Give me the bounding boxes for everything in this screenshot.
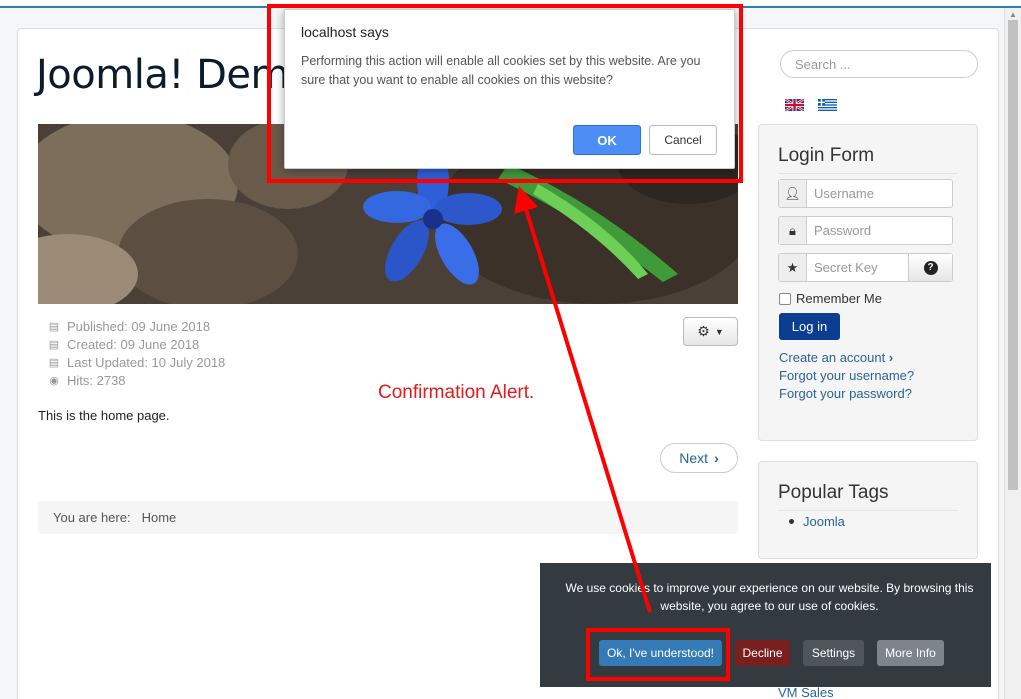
calendar-icon: ▤ xyxy=(48,321,60,333)
chevron-right-icon: › xyxy=(714,450,719,466)
remember-me-label: Remember Me xyxy=(796,291,882,306)
secret-key-placeholder[interactable]: Secret Key xyxy=(807,254,908,281)
tag-item[interactable]: Joomla xyxy=(789,514,845,529)
cookie-accept-button[interactable]: Ok, I've understood! xyxy=(599,640,722,666)
popular-tags-panel: Popular Tags Joomla xyxy=(758,461,978,559)
breadcrumb: You are here: Home xyxy=(38,501,738,534)
cookie-more-info-button[interactable]: More Info xyxy=(877,640,944,666)
remember-me-checkbox[interactable] xyxy=(779,292,791,305)
username-placeholder[interactable]: Username xyxy=(807,180,952,207)
login-form-title: Login Form xyxy=(778,145,875,166)
next-label: Next xyxy=(679,450,709,466)
uk-flag-icon[interactable] xyxy=(785,99,804,111)
popular-tags-title: Popular Tags xyxy=(778,482,889,503)
calendar-icon: ▤ xyxy=(48,357,60,369)
tag-label[interactable]: Joomla xyxy=(803,514,845,529)
article-tools-button[interactable]: ⚙ ▼ xyxy=(683,317,738,346)
secret-key-help-button[interactable]: ? xyxy=(908,254,952,281)
vm-sales-link[interactable]: VM Sales xyxy=(778,685,834,699)
meta-hits: ◉ Hits: 2738 xyxy=(47,372,225,390)
meta-published: ▤ Published: 09 June 2018 xyxy=(47,318,225,336)
meta-created-text: Created: 09 June 2018 xyxy=(67,337,200,352)
dialog-ok-button[interactable]: OK xyxy=(573,125,641,155)
language-switcher xyxy=(785,99,837,111)
divider xyxy=(778,510,958,511)
cookie-decline-button[interactable]: Decline xyxy=(735,640,790,666)
site-title[interactable]: Joomla! Demo xyxy=(36,52,313,98)
scrollbar-thumb[interactable] xyxy=(1008,20,1018,490)
gear-icon: ⚙ xyxy=(697,323,710,339)
secret-key-field[interactable]: ★ Secret Key ? xyxy=(778,253,953,282)
remember-me[interactable]: Remember Me xyxy=(779,291,882,306)
greek-flag-icon[interactable] xyxy=(818,99,837,111)
calendar-icon: ▤ xyxy=(48,339,60,351)
password-placeholder[interactable]: Password xyxy=(807,217,952,244)
login-button[interactable]: Log in xyxy=(779,313,840,340)
bullet-icon xyxy=(789,519,794,524)
next-button[interactable]: Next › xyxy=(660,443,738,473)
cookie-message: We use cookies to improve your experienc… xyxy=(565,581,974,613)
caret-down-icon: ▼ xyxy=(714,326,724,337)
cookie-settings-button[interactable]: Settings xyxy=(803,640,864,666)
search-input[interactable]: Search ... xyxy=(780,50,978,78)
scroll-up-icon[interactable]: ▲ xyxy=(1009,10,1017,19)
article-meta: ▤ Published: 09 June 2018 ▤ Created: 09 Ju… xyxy=(47,318,225,390)
chevron-right-icon: › xyxy=(888,350,894,365)
breadcrumb-home[interactable]: Home xyxy=(142,510,177,525)
question-icon: ? xyxy=(923,260,938,275)
forgot-username-link[interactable]: Forgot your username? xyxy=(779,368,914,383)
cookie-consent-bar: We use cookies to improve your experienc… xyxy=(540,563,991,687)
annotation-label: Confirmation Alert. xyxy=(378,382,535,403)
breadcrumb-prefix: You are here: xyxy=(53,510,131,525)
article-body: This is the home page. xyxy=(38,408,170,423)
meta-published-text: Published: 09 June 2018 xyxy=(67,319,211,334)
browser-top-bar xyxy=(0,0,1021,8)
scrollbar[interactable]: ▲ xyxy=(1004,8,1021,699)
confirm-dialog: localhost says Performing this action wi… xyxy=(284,9,735,169)
eye-icon: ◉ xyxy=(49,375,59,387)
meta-updated: ▤ Last Updated: 10 July 2018 xyxy=(47,354,225,372)
user-icon: 👤︎ xyxy=(779,180,807,207)
lock-icon: 🔒︎ xyxy=(779,217,807,244)
meta-created: ▤ Created: 09 June 2018 xyxy=(47,336,225,354)
dialog-message: Performing this action will enable all c… xyxy=(301,54,701,87)
dialog-title: localhost says xyxy=(301,24,389,40)
login-form-panel: Login Form 👤︎ Username 🔒︎ Password ★ Sec… xyxy=(758,124,978,441)
meta-hits-text: Hits: 2738 xyxy=(67,373,126,388)
divider xyxy=(778,173,958,174)
star-icon: ★ xyxy=(779,254,807,281)
meta-updated-text: Last Updated: 10 July 2018 xyxy=(67,355,226,370)
create-account-label: Create an account xyxy=(779,350,886,365)
create-account-link[interactable]: Create an account › xyxy=(779,350,893,365)
dialog-cancel-button[interactable]: Cancel xyxy=(649,125,717,155)
password-field[interactable]: 🔒︎ Password xyxy=(778,216,953,245)
forgot-password-link[interactable]: Forgot your password? xyxy=(779,386,912,401)
username-field[interactable]: 👤︎ Username xyxy=(778,179,953,208)
